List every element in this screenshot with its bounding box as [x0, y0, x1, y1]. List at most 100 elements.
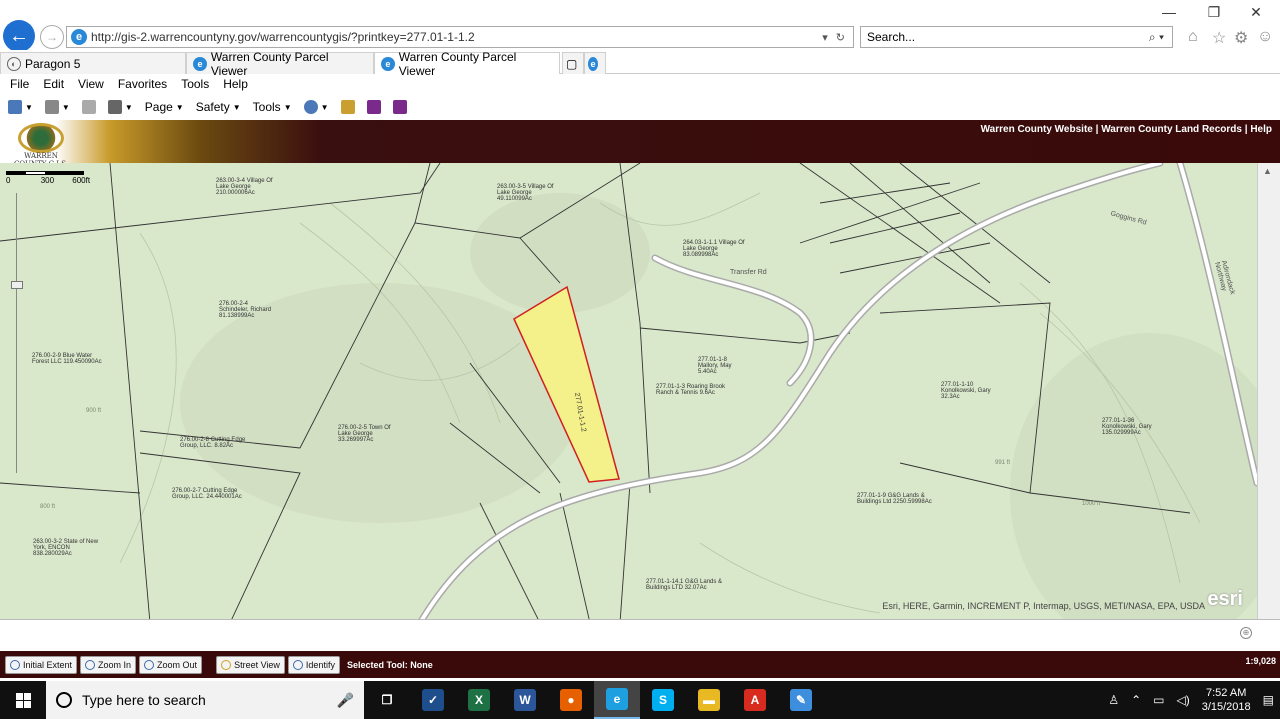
paragon-icon: ◐ [7, 56, 21, 71]
help-button[interactable]: ▼ [303, 100, 329, 114]
speaker-icon[interactable]: ◁) [1176, 693, 1189, 707]
safety-menu[interactable]: Safety ▼ [196, 100, 241, 114]
menu-edit[interactable]: Edit [43, 77, 64, 91]
translate-icon [392, 100, 407, 114]
tab-paragon[interactable]: ◐ Paragon 5 [0, 52, 186, 74]
refresh-icon[interactable]: ↻ [836, 31, 845, 44]
taskbar-app-acrobat[interactable]: A [732, 681, 778, 719]
menu-help[interactable]: Help [223, 77, 248, 91]
parcel-map[interactable]: 277.01-1-1.2 263.00-3-4 Village Of Lake … [0, 163, 1257, 619]
home-icon[interactable]: ⌂ [1188, 28, 1198, 46]
home-icon [8, 100, 22, 114]
zoom-slider-thumb[interactable] [11, 281, 23, 289]
ie-tab-icon: e [588, 56, 598, 71]
zoom-in-button[interactable]: Zoom In [80, 655, 137, 674]
taskbar-app-firefox[interactable]: ● [548, 681, 594, 719]
initial-extent-button[interactable]: Initial Extent [5, 655, 78, 674]
chevron-up-icon[interactable]: ⌃ [1131, 693, 1141, 707]
internet-explorer-icon: e [606, 688, 628, 710]
page-menu[interactable]: Page ▼ [145, 100, 184, 114]
link-help[interactable]: Help [1250, 124, 1272, 135]
skype-icon: S [652, 689, 674, 711]
command-bar: ▼ ▼ ▼ Page ▼ Safety ▼ Tools ▼ ▼ [0, 95, 1280, 119]
button-label: Zoom Out [157, 659, 198, 670]
start-button[interactable] [0, 681, 46, 719]
people-icon[interactable]: ♙ [1108, 693, 1119, 707]
menu-tools[interactable]: Tools [181, 77, 209, 91]
restore-icon[interactable]: ❐ [1199, 4, 1229, 21]
tab-parcel-viewer-1[interactable]: e Warren County Parcel Viewer [186, 50, 374, 78]
search-icon[interactable]: ⌕ ▾ [1149, 30, 1164, 45]
parcel-label: 276.00-2-4 Schindeler, Richard 81.138999… [219, 301, 272, 319]
home-button[interactable]: ▼ [8, 100, 33, 114]
parcel-label: 277.01-1-3 Roaring Brook Ranch & Tennis … [656, 384, 726, 396]
address-bar[interactable]: e http://gis-2.warrencountyny.gov/warren… [66, 26, 854, 48]
cortana-icon [56, 692, 72, 708]
taskbar-app-mail[interactable]: ✓ [410, 681, 456, 719]
menu-view[interactable]: View [78, 77, 104, 91]
map-vertical-scrollbar[interactable]: ▲ [1257, 163, 1280, 619]
menu-favorites[interactable]: Favorites [118, 77, 167, 91]
onenote-icon [366, 100, 381, 114]
results-pane: ⊕ [0, 619, 1280, 651]
taskbar-app-task-view[interactable]: ❐ [364, 681, 410, 719]
favorites-star-icon[interactable]: ☆ [1212, 28, 1226, 48]
system-tray: ♙ ⌃ ▭ ◁) 7:52 AM 3/15/2018 ▤ [1102, 681, 1280, 719]
onenote-button[interactable] [366, 100, 381, 114]
microphone-icon[interactable]: 🎤 [337, 692, 354, 709]
network-icon[interactable]: ▭ [1153, 693, 1164, 707]
gis-header: WARREN COUNTY G.I.S. Warren County Websi… [0, 120, 1280, 168]
research-button[interactable] [340, 100, 355, 114]
map-canvas[interactable]: 277.01-1-1.2 [0, 163, 1257, 619]
browser-search-input[interactable]: Search... ⌕ ▾ [860, 26, 1173, 48]
scroll-up-icon[interactable]: ▲ [1263, 166, 1272, 176]
acrobat-icon: A [744, 689, 766, 711]
print-button[interactable]: ▼ [107, 100, 133, 114]
link-county-website[interactable]: Warren County Website [981, 124, 1093, 135]
taskbar-app-skype[interactable]: S [640, 681, 686, 719]
word-icon: W [514, 689, 536, 711]
expand-icon[interactable]: ⊕ [1240, 627, 1252, 639]
minimize-icon[interactable]: — [1154, 4, 1184, 20]
parcel-label: 264.03-1-1.1 Village Of Lake George 83.0… [683, 240, 745, 258]
new-tab-button[interactable]: ▢ [562, 52, 584, 74]
tab-parcel-viewer-2[interactable]: e Warren County Parcel Viewer [374, 50, 560, 78]
identify-button[interactable]: Identify [287, 655, 340, 674]
elevation-label: 991 ft [995, 460, 1011, 466]
close-icon[interactable]: ✕ [1241, 4, 1271, 21]
scale-label: 600ft [72, 176, 91, 185]
mail-button[interactable] [81, 100, 96, 114]
globe-icon [10, 659, 20, 670]
tools-menu[interactable]: Tools ▼ [253, 100, 292, 114]
translate-button[interactable] [392, 100, 407, 114]
notifications-icon[interactable]: ▤ [1263, 693, 1274, 707]
zoom-out-button[interactable]: Zoom Out [139, 655, 203, 674]
taskbar-apps: ❐ ✓ X W ● e S ▬ A ✎ [364, 681, 824, 719]
parcel-label: 276.00-2-8 Cutting Edge Group, LLC. 8.82… [180, 437, 246, 449]
forward-button[interactable]: → [40, 25, 64, 49]
warren-county-gis-logo: WARREN COUNTY G.I.S. [8, 123, 74, 168]
back-button[interactable]: ← [3, 20, 35, 52]
feeds-button[interactable]: ▼ [44, 100, 70, 114]
chevron-down-icon[interactable]: ▾ [822, 31, 828, 44]
mail-icon: ✓ [422, 689, 444, 711]
gear-icon[interactable]: ⚙ [1234, 28, 1248, 48]
map-attribution: Esri, HERE, Garmin, INCREMENT P, Interma… [882, 601, 1205, 611]
taskbar-app-file-explorer[interactable]: ▬ [686, 681, 732, 719]
info-icon [292, 659, 303, 670]
zoom-slider[interactable] [11, 193, 24, 473]
link-land-records[interactable]: Warren County Land Records [1101, 124, 1242, 135]
tab-strip: ◐ Paragon 5 e Warren County Parcel Viewe… [0, 50, 1280, 78]
ie-new-tab-button[interactable]: e [584, 52, 606, 74]
taskbar-clock[interactable]: 7:52 AM 3/15/2018 [1202, 686, 1251, 714]
menu-file[interactable]: File [10, 77, 29, 91]
taskbar-app-paint[interactable]: ✎ [778, 681, 824, 719]
smiley-icon[interactable]: ☺ [1257, 28, 1273, 46]
esri-logo: esri [1207, 588, 1243, 610]
taskbar-app-excel[interactable]: X [456, 681, 502, 719]
street-view-button[interactable]: Street View [216, 655, 285, 674]
printer-icon [107, 100, 122, 114]
taskbar-app-internet-explorer[interactable]: e [594, 681, 640, 719]
taskbar-app-word[interactable]: W [502, 681, 548, 719]
taskbar-search-box[interactable]: Type here to search 🎤 [46, 681, 364, 719]
